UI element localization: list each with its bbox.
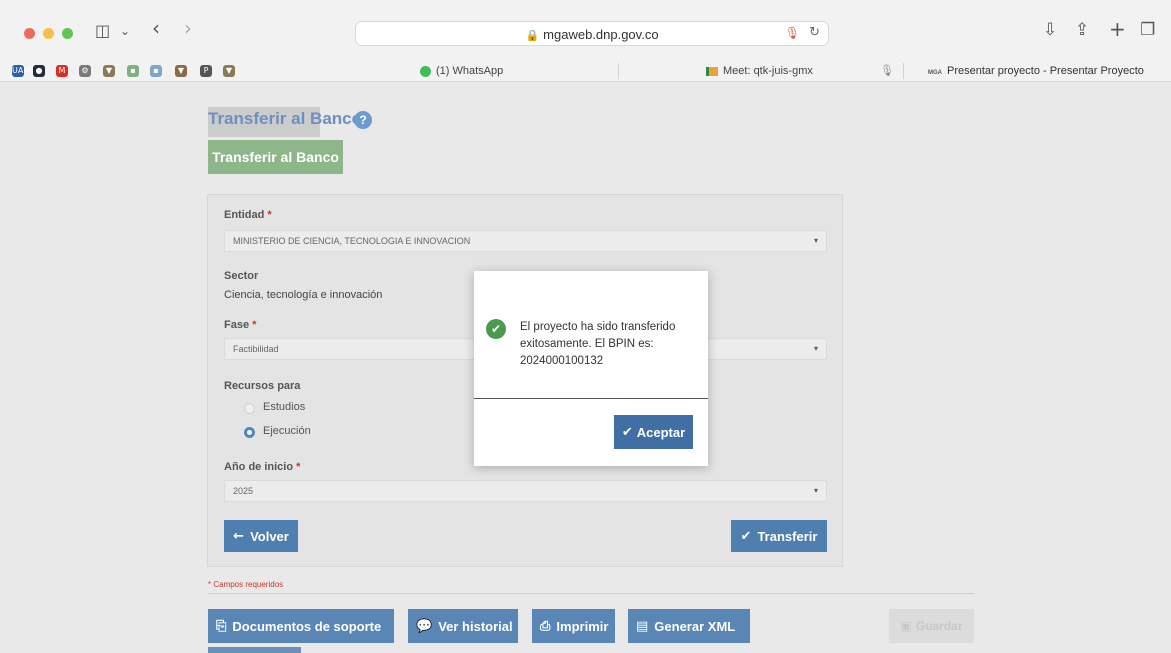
- radio-estudios[interactable]: [244, 403, 255, 414]
- radio-ejecucion-label: Ejecución: [263, 425, 311, 437]
- favorite-icon[interactable]: UAM: [12, 65, 30, 77]
- button-label: Documentos de soporte: [232, 618, 382, 634]
- chevron-down-icon[interactable]: ⌄: [120, 24, 130, 38]
- favorite-icon[interactable]: ▼: [175, 65, 187, 77]
- dialog-divider: [474, 398, 708, 399]
- reload-icon[interactable]: ↻: [809, 25, 820, 40]
- close-window-button[interactable]: [24, 28, 35, 39]
- button-label: Guardar: [915, 619, 963, 633]
- audio-icon: 🎙: [880, 64, 894, 77]
- button-label: Imprimir: [556, 618, 609, 634]
- button-label: Generar XML: [654, 618, 736, 634]
- check-icon: ✔: [740, 528, 752, 544]
- anio-label: Año de inicio *: [224, 461, 301, 473]
- address-bar[interactable]: 🔒 mgaweb.dnp.gov.co 🎙 ↻: [355, 21, 829, 46]
- lock-icon: 🔒: [525, 29, 540, 42]
- radio-ejecucion[interactable]: [244, 427, 255, 438]
- check-icon: ✔: [621, 424, 633, 440]
- entidad-select[interactable]: MINISTERIO DE CIENCIA, TECNOLOGIA E INNO…: [224, 230, 827, 252]
- forward-icon[interactable]: ›: [184, 16, 192, 40]
- sector-label: Sector: [224, 270, 259, 282]
- radio-estudios-label: Estudios: [263, 401, 306, 413]
- meet-icon: [706, 66, 718, 76]
- favorite-icon[interactable]: ▪: [127, 65, 139, 77]
- new-tab-icon[interactable]: +: [1109, 17, 1126, 41]
- favorite-icon[interactable]: M: [56, 65, 68, 77]
- fase-value: Factibilidad: [233, 344, 279, 354]
- comment-icon: 💬: [416, 618, 433, 634]
- whatsapp-icon: [420, 65, 431, 77]
- partial-button[interactable]: [208, 647, 301, 653]
- print-icon: ⎙: [540, 618, 551, 634]
- sector-value: Ciencia, tecnología e innovación: [224, 289, 383, 301]
- documentos-soporte-button[interactable]: ⎘ Documentos de soporte: [208, 609, 394, 643]
- paperclip-icon: ⎘: [216, 618, 227, 634]
- guardar-button[interactable]: ▣ Guardar: [889, 609, 974, 643]
- transferir-button[interactable]: ✔ Transferir: [731, 520, 827, 552]
- transferir-label: Transferir: [757, 528, 818, 544]
- ver-historial-button[interactable]: 💬 Ver historial: [408, 609, 518, 643]
- tab-separator: [903, 63, 904, 79]
- mga-icon: MGA: [928, 70, 942, 76]
- browser-toolbar: ◫ ⌄ ‹ › 🔒 mgaweb.dnp.gov.co 🎙 ↻ ⇩ ⇪ + ❐: [0, 0, 1171, 60]
- recursos-label: Recursos para: [224, 380, 301, 392]
- save-icon: ▣: [900, 619, 912, 633]
- divider: [208, 593, 974, 594]
- entidad-value: MINISTERIO DE CIENCIA, TECNOLOGIA E INNO…: [233, 236, 471, 246]
- favorite-icon[interactable]: ▼: [103, 65, 115, 77]
- caret-down-icon: ▾: [813, 486, 818, 495]
- favorite-icon[interactable]: ●: [33, 65, 45, 77]
- arrow-left-icon: ←: [233, 528, 245, 544]
- favorite-icon[interactable]: ⚙: [79, 65, 91, 77]
- file-xml-icon: ▤: [636, 618, 649, 634]
- entidad-label: Entidad *: [224, 209, 272, 221]
- volver-label: Volver: [250, 528, 289, 544]
- minimize-window-button[interactable]: [43, 28, 54, 39]
- caret-down-icon: ▾: [813, 344, 818, 353]
- aceptar-label: Aceptar: [636, 424, 686, 440]
- tab-meet[interactable]: Meet: qtk-juis-gmx: [706, 60, 813, 82]
- back-icon[interactable]: ‹: [152, 16, 160, 40]
- favorite-icon[interactable]: P: [200, 65, 212, 77]
- required-fields-note: * Campos requeridos: [208, 580, 284, 589]
- tab-whatsapp[interactable]: (1) WhatsApp: [420, 60, 503, 82]
- tab-label: Meet: qtk-juis-gmx: [723, 65, 813, 77]
- volver-button[interactable]: ← Volver: [224, 520, 298, 552]
- tab-label: Presentar proyecto - Presentar Proyecto: [947, 65, 1144, 77]
- url-text: mgaweb.dnp.gov.co: [543, 27, 659, 42]
- sidebar-icon[interactable]: ◫: [95, 21, 110, 40]
- anio-value: 2025: [233, 486, 254, 496]
- imprimir-button[interactable]: ⎙ Imprimir: [532, 609, 615, 643]
- caret-down-icon: ▾: [813, 236, 818, 245]
- favorite-icon[interactable]: ▪: [150, 65, 162, 77]
- tab-presentar-proyecto[interactable]: MGA Presentar proyecto - Presentar Proyec…: [928, 60, 1144, 82]
- favorite-icon[interactable]: ▼: [223, 65, 235, 77]
- button-label: Ver historial: [438, 618, 513, 634]
- mic-icon[interactable]: 🎙: [785, 26, 800, 40]
- help-icon[interactable]: ?: [354, 111, 372, 129]
- success-check-icon: ✔: [486, 319, 506, 339]
- success-dialog: ✔ El proyecto ha sido transferido exitos…: [474, 271, 708, 466]
- page-title: Transferir al Banco: [208, 109, 363, 128]
- generar-xml-button[interactable]: ▤ Generar XML: [628, 609, 750, 643]
- fase-label: Fase *: [224, 319, 257, 331]
- tabs-overview-icon[interactable]: ❐: [1140, 20, 1155, 40]
- tab-label: (1) WhatsApp: [436, 65, 504, 77]
- tab-bar: UAM ● M ⚙ ▼ ▪ ▪ ▼ P ▼ (1) WhatsApp Meet:…: [0, 60, 1171, 82]
- aceptar-button[interactable]: ✔ Aceptar: [614, 415, 693, 449]
- download-icon[interactable]: ⇩: [1043, 20, 1057, 40]
- tab-separator: [618, 63, 619, 79]
- success-message: El proyecto ha sido transferido exitosam…: [520, 321, 676, 367]
- transferir-al-banco-tab[interactable]: Transferir al Banco: [208, 140, 343, 174]
- share-icon[interactable]: ⇪: [1075, 20, 1089, 40]
- zoom-window-button[interactable]: [62, 28, 73, 39]
- anio-select[interactable]: 2025 ▾: [224, 480, 827, 502]
